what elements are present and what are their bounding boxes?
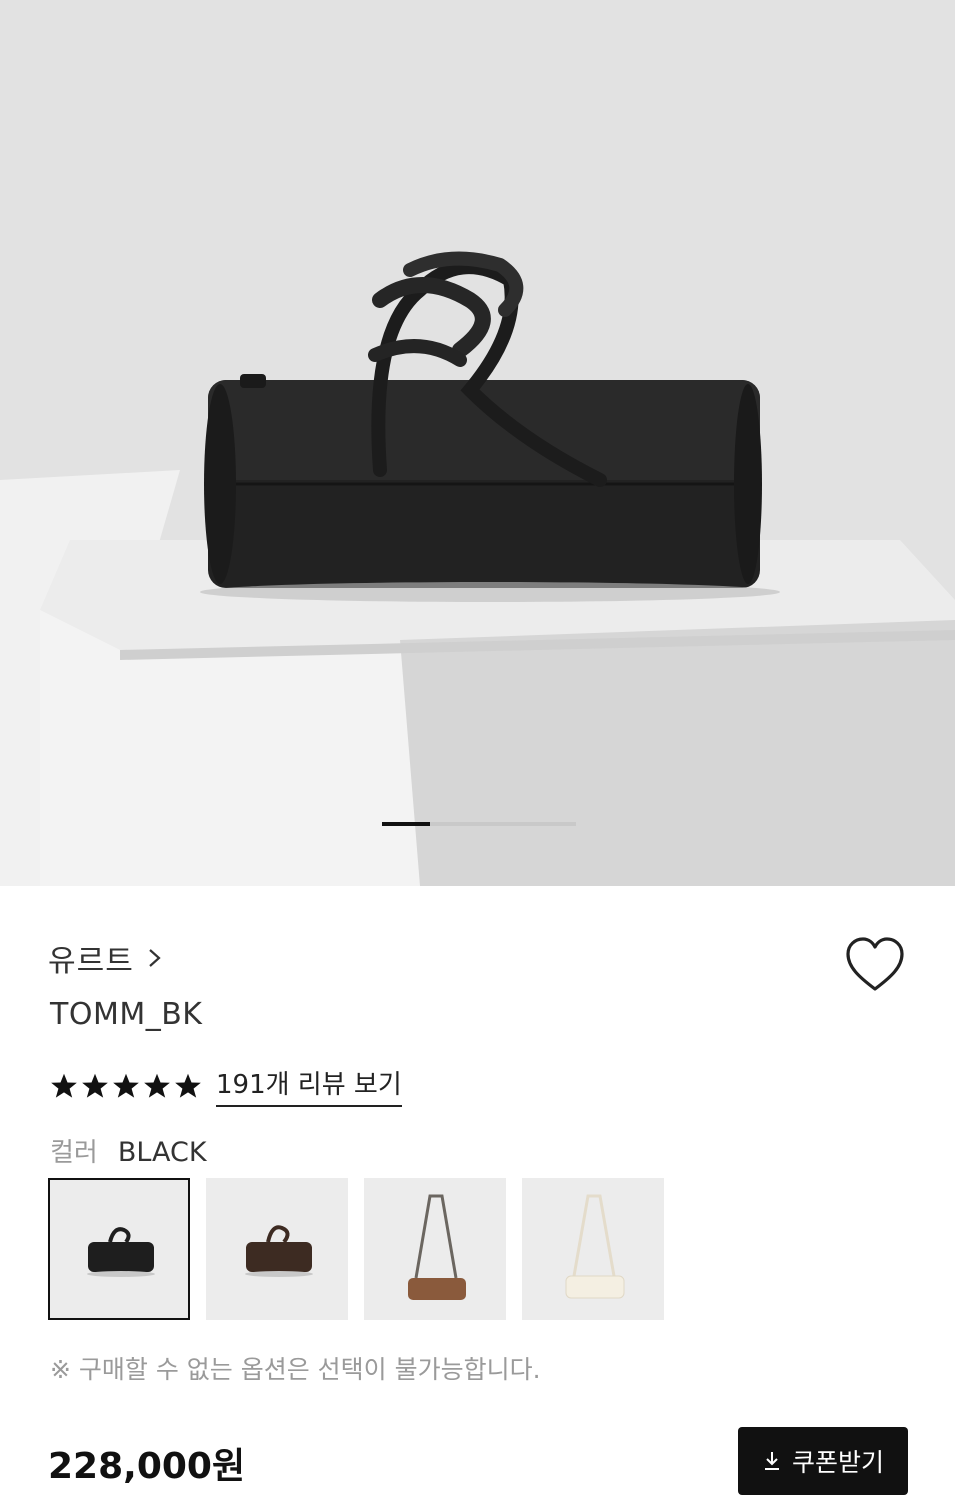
chevron-right-icon [149,949,161,967]
swatch-brown-image [366,1180,504,1318]
heart-icon[interactable] [845,937,905,993]
coupon-button[interactable]: 쿠폰받기 [738,1427,908,1495]
product-name: TOMM_BK [50,997,203,1032]
product-image-carousel[interactable] [0,0,955,886]
star-icon [82,1073,108,1098]
price: 228,000원 [48,1446,246,1487]
color-selector-label: 컬러 BLACK [50,1132,207,1169]
swatch-ivory[interactable] [522,1178,664,1320]
star-icon [144,1073,170,1098]
color-label: 컬러 [50,1138,98,1168]
star-rating [50,1072,202,1100]
swatch-dark-brown[interactable] [206,1178,348,1320]
swatch-black[interactable] [48,1178,190,1320]
color-value: BLACK [117,1137,207,1168]
carousel-indicator [382,822,576,826]
rating-row: 191개 리뷰 보기 [50,1064,402,1107]
swatch-ivory-image [524,1180,662,1318]
star-icon [113,1073,139,1098]
download-icon [764,1452,779,1470]
swatch-black-image [50,1180,188,1318]
brand-name[interactable]: 유르트 [48,936,134,980]
coupon-button-label: 쿠폰받기 [791,1448,884,1477]
swatch-brown[interactable] [364,1178,506,1320]
product-photo [0,0,955,886]
color-swatches [48,1178,664,1320]
star-icon [175,1073,201,1098]
carousel-indicator-active [382,822,430,826]
review-link[interactable]: 191개 리뷰 보기 [216,1064,402,1107]
swatch-dark-brown-image [208,1180,346,1318]
brand-link[interactable]: 유르트 [48,936,164,980]
option-notice: ※ 구매할 수 없는 옵션은 선택이 불가능합니다. [50,1355,541,1384]
star-icon [51,1073,77,1098]
